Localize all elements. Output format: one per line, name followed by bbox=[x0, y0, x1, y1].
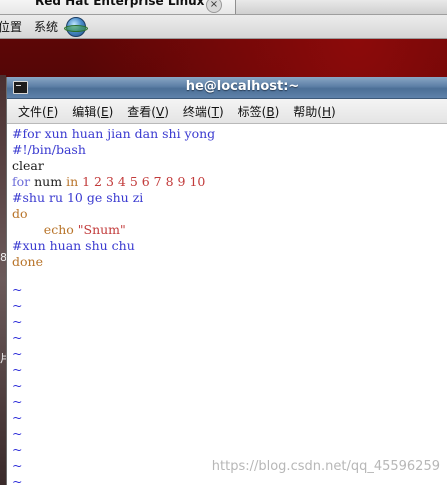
menu-edit-accel: E bbox=[101, 104, 109, 119]
menu-file-label: 文件 bbox=[18, 104, 43, 119]
menu-terminal[interactable]: 终端(T) bbox=[183, 103, 224, 120]
menu-edit-label: 编辑 bbox=[72, 104, 97, 119]
menu-file-accel: F bbox=[46, 104, 54, 119]
menu-tabs-label: 标签 bbox=[237, 104, 262, 119]
menu-view[interactable]: 查看(V) bbox=[127, 103, 169, 120]
empty-line-marker: ~ bbox=[12, 378, 23, 393]
browser-tab-strip: Red Hat Enterprise Linux 5 × bbox=[0, 0, 447, 15]
panel-menu-system[interactable]: 系统 bbox=[34, 18, 58, 35]
editor-line-2: #!/bin/bash bbox=[12, 142, 86, 157]
menu-view-accel: V bbox=[155, 104, 165, 119]
window-title: he@localhost:~ bbox=[185, 79, 300, 94]
empty-line-marker: ~ bbox=[12, 314, 23, 329]
echo-argument: "Snum" bbox=[77, 222, 126, 237]
empty-line-marker: ~ bbox=[12, 394, 23, 409]
menu-edit[interactable]: 编辑(E) bbox=[72, 103, 113, 120]
editor-line-6: do bbox=[12, 206, 28, 221]
watermark-text: https://blog.csdn.net/qq_45596259 bbox=[211, 459, 440, 474]
menu-terminal-accel: T bbox=[211, 104, 219, 119]
editor-line-8: #xun huan shu chu bbox=[12, 238, 135, 253]
screen: Red Hat Enterprise Linux 5 × 位置 系统 8 片 h… bbox=[0, 0, 447, 485]
keyword-in: in bbox=[66, 174, 79, 189]
keyword-echo: echo bbox=[43, 222, 74, 237]
menu-file[interactable]: 文件(F) bbox=[18, 103, 58, 120]
keyword-for: for bbox=[12, 174, 31, 189]
editor-line-1: #for xun huan jian dan shi yong bbox=[12, 126, 216, 141]
editor-line-7: echo "Snum" bbox=[12, 222, 126, 238]
panel-menu-places[interactable]: 位置 bbox=[0, 18, 22, 35]
loop-list: 1 2 3 4 5 6 7 8 9 10 bbox=[82, 174, 206, 189]
editor-line-9: done bbox=[12, 254, 43, 269]
empty-line-marker: ~ bbox=[12, 330, 23, 345]
empty-line-marker: ~ bbox=[12, 426, 23, 441]
web-browser-launcher-icon[interactable] bbox=[64, 16, 89, 37]
terminal-window: he@localhost:~ 文件(F) 编辑(E) 查看(V) 终端(T) 标… bbox=[6, 77, 447, 485]
menu-view-label: 查看 bbox=[127, 104, 152, 119]
empty-line-marker: ~ bbox=[12, 474, 23, 485]
empty-line-marker: ~ bbox=[12, 346, 23, 361]
editor-line-3: clear bbox=[12, 158, 44, 173]
browser-tab-title: Red Hat Enterprise Linux 5 bbox=[35, 0, 217, 8]
menu-tabs-accel: B bbox=[266, 104, 275, 119]
editor-line-4: for num in 1 2 3 4 5 6 7 8 9 10 bbox=[12, 174, 205, 190]
empty-line-marker: ~ bbox=[12, 298, 23, 313]
terminal-titlebar[interactable]: he@localhost:~ bbox=[7, 77, 447, 99]
terminal-text-area[interactable]: #for xun huan jian dan shi yong #!/bin/b… bbox=[7, 124, 447, 485]
menu-help-accel: H bbox=[321, 104, 331, 119]
empty-line-marker: ~ bbox=[12, 442, 23, 457]
empty-line-marker: ~ bbox=[12, 458, 23, 473]
menu-help[interactable]: 帮助(H) bbox=[293, 103, 335, 120]
menu-terminal-label: 终端 bbox=[182, 104, 207, 119]
desktop-top-panel: 位置 系统 bbox=[0, 15, 447, 39]
editor-line-5: #shu ru 10 ge shu zi bbox=[12, 190, 144, 205]
menu-tabs[interactable]: 标签(B) bbox=[238, 103, 280, 120]
empty-line-marker: ~ bbox=[12, 410, 23, 425]
terminal-menubar: 文件(F) 编辑(E) 查看(V) 终端(T) 标签(B) 帮助(H) bbox=[7, 99, 447, 124]
menu-help-label: 帮助 bbox=[293, 104, 318, 119]
empty-line-marker: ~ bbox=[12, 362, 23, 377]
loop-variable: num bbox=[34, 174, 63, 189]
empty-line-marker: ~ bbox=[12, 282, 23, 297]
